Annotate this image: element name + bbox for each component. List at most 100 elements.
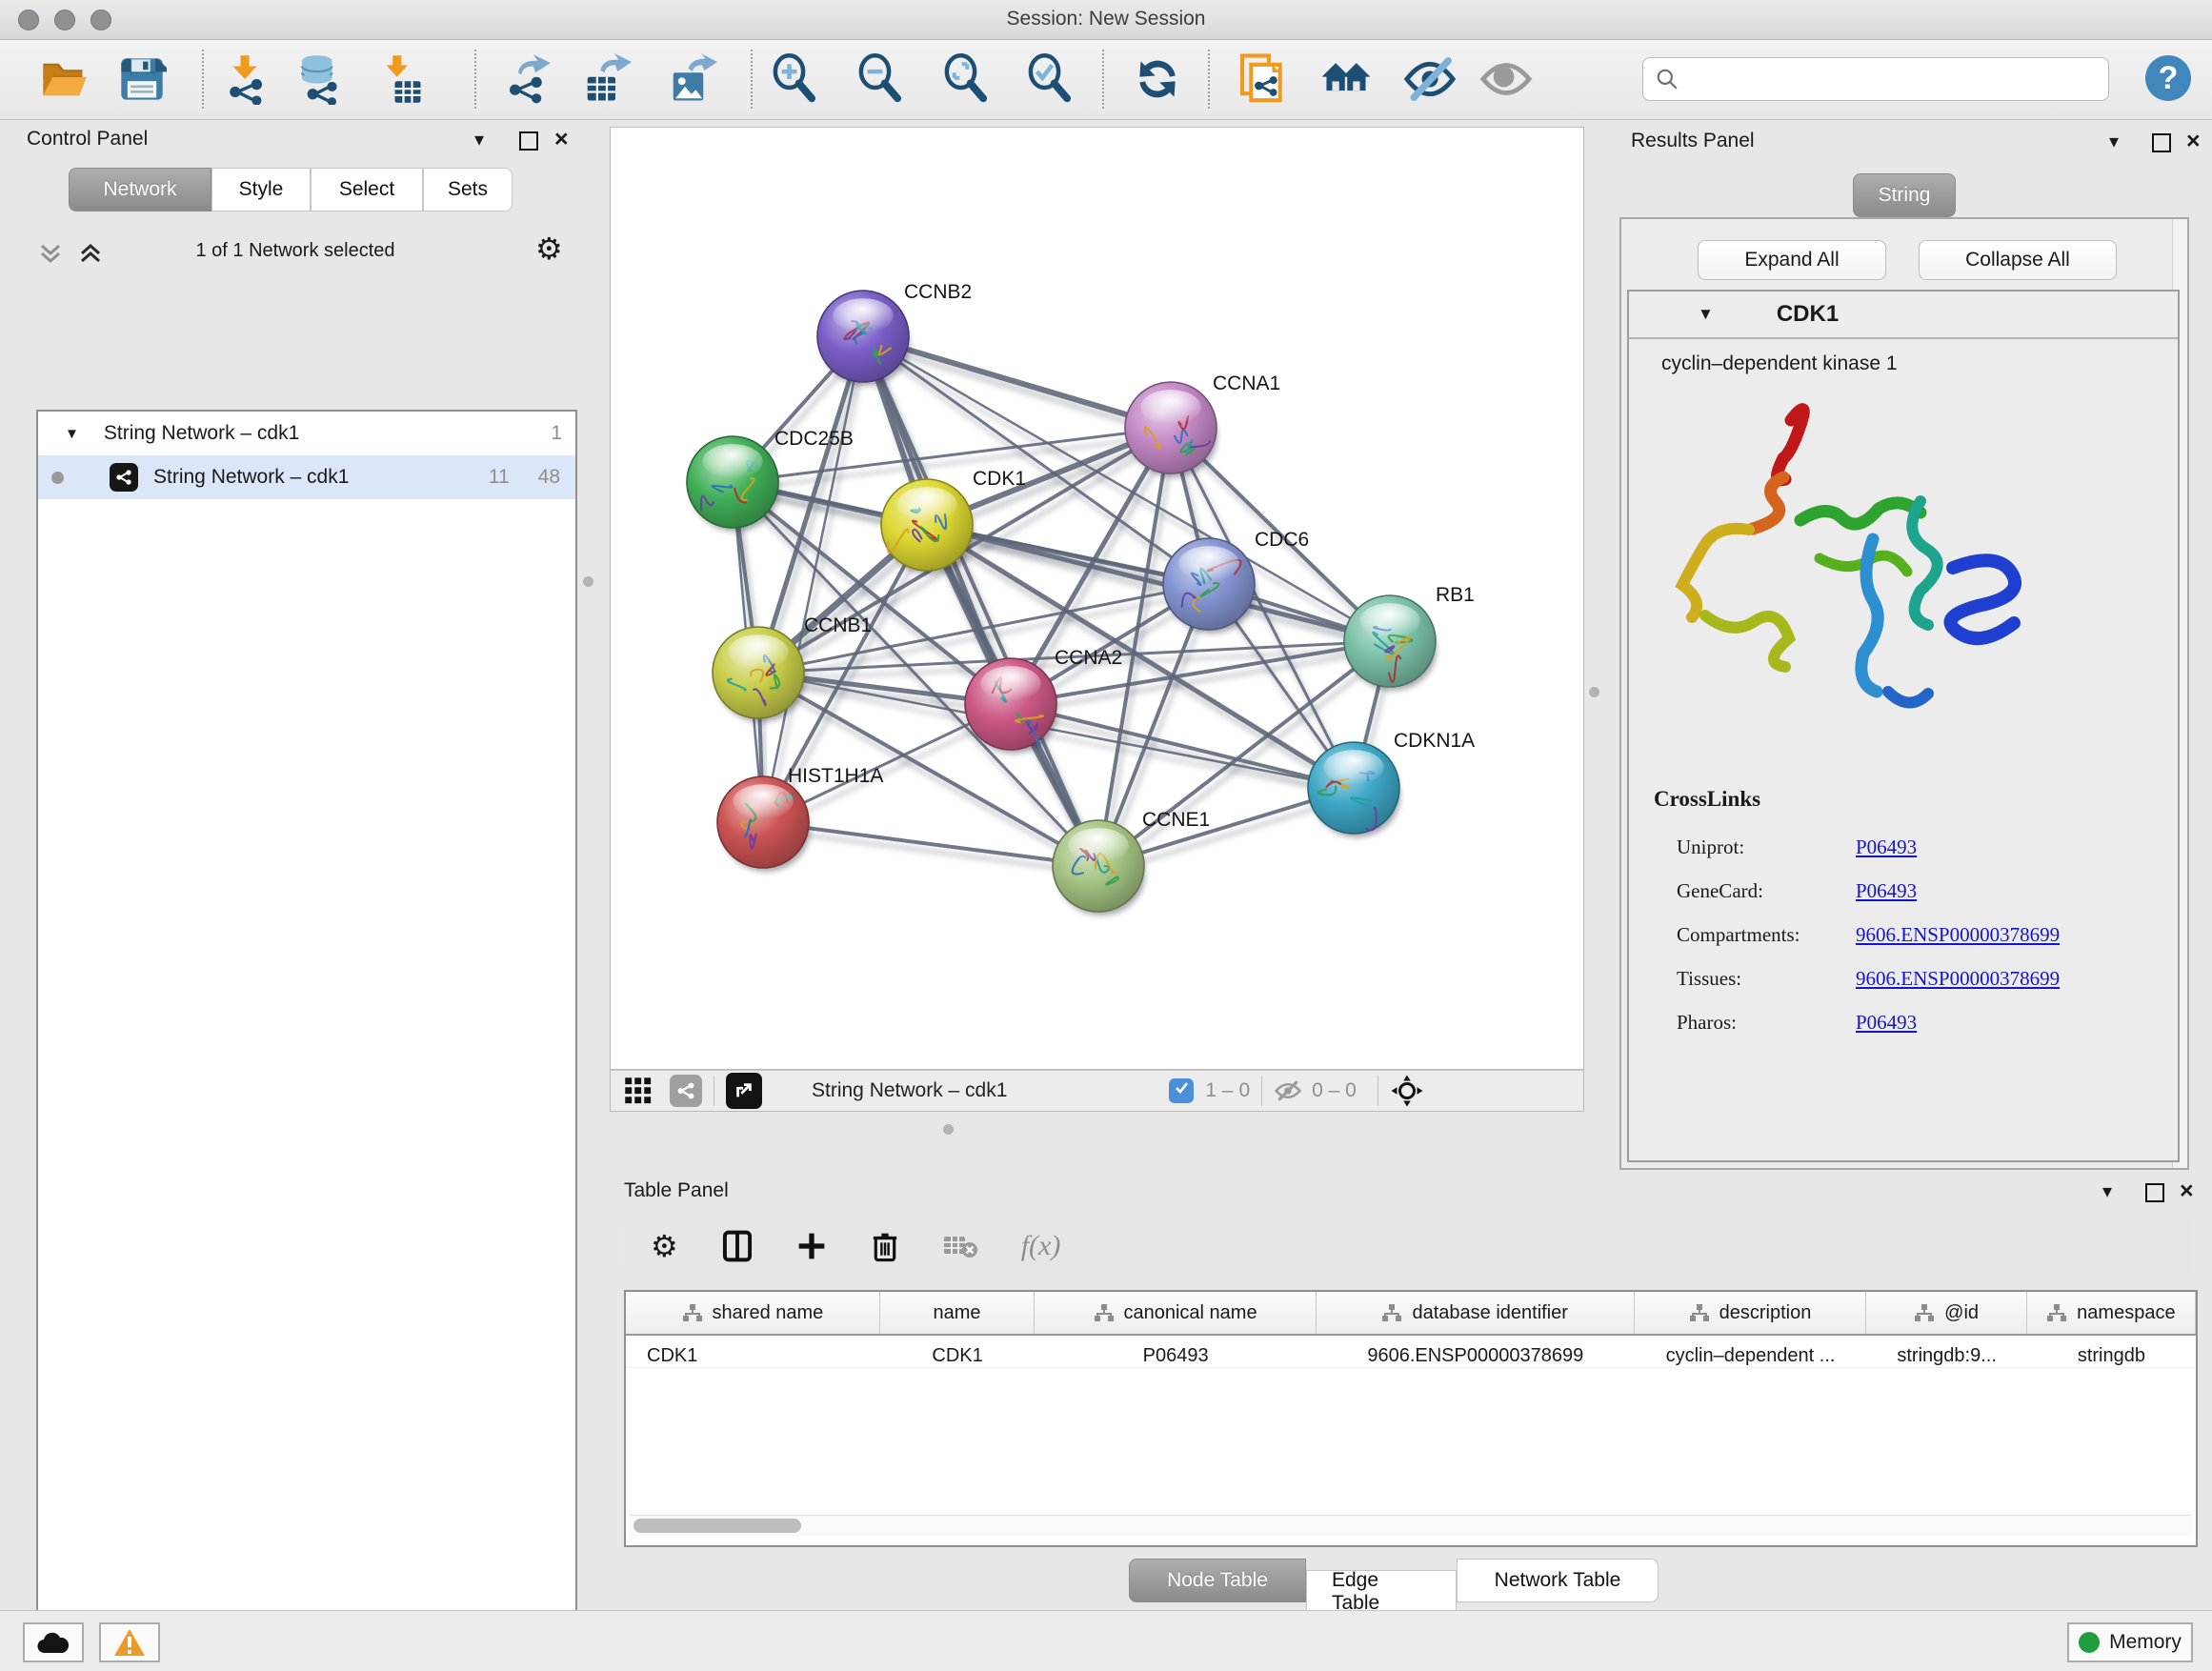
maximize-panel-button[interactable] — [2152, 133, 2171, 152]
results-panel-title: Results Panel — [1631, 130, 1755, 152]
node-HIST1H1A[interactable]: HIST1H1A — [717, 765, 883, 872]
open-in-new-window-icon[interactable] — [726, 1073, 762, 1109]
network-row-selected[interactable]: String Network – cdk1 11 48 — [38, 455, 575, 499]
crosslink-value[interactable]: P06493 — [1856, 1011, 1917, 1034]
node-CDK1[interactable]: CDK1 — [881, 468, 1026, 574]
memory-button[interactable]: Memory — [2067, 1622, 2193, 1662]
tab-sets[interactable]: Sets — [423, 168, 513, 211]
export-table-button[interactable] — [579, 51, 634, 107]
export-image-button[interactable] — [665, 51, 720, 107]
cell-namespace[interactable]: stringdb — [2027, 1336, 2196, 1367]
grid-view-icon[interactable] — [624, 1077, 653, 1105]
open-folder-icon — [39, 54, 89, 104]
add-column-plus-icon[interactable] — [796, 1231, 827, 1261]
edge-count: 48 — [538, 466, 560, 489]
birds-eye-view-icon[interactable] — [1390, 1074, 1424, 1108]
search-input[interactable] — [1679, 68, 2080, 91]
crosslink-value[interactable]: 9606.ENSP00000378699 — [1856, 967, 2060, 990]
float-panel-button[interactable]: ▾ — [2102, 1179, 2112, 1203]
import-network-database-button[interactable] — [292, 51, 347, 107]
vertical-splitter-handle[interactable] — [583, 576, 593, 587]
collapse-all-button[interactable]: Collapse All — [1919, 240, 2117, 280]
tab-node-table[interactable]: Node Table — [1129, 1559, 1306, 1602]
close-panel-button[interactable]: × — [2186, 128, 2201, 155]
selected-nodes-checkbox[interactable] — [1169, 1078, 1194, 1103]
column-header-description[interactable]: description — [1635, 1292, 1867, 1334]
tab-style[interactable]: Style — [211, 168, 311, 211]
vertical-splitter-handle[interactable] — [1589, 687, 1599, 697]
apply-layout-button[interactable] — [1130, 51, 1185, 107]
cell-description[interactable]: cyclin–dependent ... — [1635, 1336, 1867, 1367]
function-builder-icon[interactable]: f(x) — [1021, 1230, 1061, 1262]
show-hidden-button[interactable] — [1478, 51, 1534, 107]
collapse-section-arrow[interactable]: ▼ — [1698, 305, 1714, 324]
cell-canonicalname[interactable]: P06493 — [1035, 1336, 1317, 1367]
column-header-name[interactable]: name — [880, 1292, 1035, 1334]
delete-table-icon[interactable] — [943, 1233, 977, 1259]
clone-network-button[interactable] — [1235, 51, 1290, 107]
zoom-in-button[interactable] — [766, 51, 821, 107]
node-RB1[interactable]: RB1 — [1344, 584, 1475, 691]
cell-sharedname[interactable]: CDK1 — [626, 1336, 880, 1367]
delete-column-trash-icon[interactable] — [871, 1230, 899, 1262]
close-panel-button[interactable]: × — [2180, 1178, 2194, 1205]
zoom-selected-button[interactable] — [1021, 51, 1076, 107]
zoom-fit-button[interactable] — [937, 51, 993, 107]
search-box[interactable] — [1642, 57, 2109, 101]
hide-selected-button[interactable] — [1402, 51, 1458, 107]
collapse-all-icon[interactable] — [38, 242, 67, 267]
zoom-out-button[interactable] — [852, 51, 907, 107]
tab-select[interactable]: Select — [311, 168, 423, 211]
horizontal-scrollbar-thumb[interactable] — [633, 1519, 801, 1533]
save-session-button[interactable] — [114, 51, 170, 107]
network-thumbnail-icon[interactable] — [670, 1075, 702, 1107]
help-button[interactable]: ? — [2145, 55, 2191, 101]
cdk1-card-header[interactable]: ▼ CDK1 — [1629, 292, 2178, 339]
network-canvas[interactable]: CCNB2CCNA1CDC25BCDK1CDC6RB1CCNB1CCNA2CDK… — [610, 127, 1584, 1070]
maximize-panel-button[interactable] — [2145, 1183, 2164, 1202]
network-collection-row[interactable]: ▼ String Network – cdk1 1 — [38, 412, 575, 455]
tab-network[interactable]: Network — [69, 168, 211, 211]
string-network-graph[interactable]: CCNB2CCNA1CDC25BCDK1CDC6RB1CCNB1CCNA2CDK… — [611, 128, 1583, 1069]
import-network-file-button[interactable] — [217, 51, 272, 107]
crosslink-value[interactable]: P06493 — [1856, 836, 1917, 858]
column-header-sharedname[interactable]: shared name — [626, 1292, 880, 1334]
eye-icon — [1478, 51, 1534, 107]
collection-expand-arrow[interactable]: ▼ — [65, 426, 79, 442]
crosslink-value[interactable]: P06493 — [1856, 879, 1917, 902]
table-settings-gear-icon[interactable]: ⚙ — [651, 1228, 678, 1264]
maximize-panel-button[interactable] — [519, 131, 538, 151]
close-panel-button[interactable]: × — [554, 126, 569, 153]
horizontal-scrollbar-track[interactable] — [630, 1515, 2192, 1536]
column-header-databaseidentifier[interactable]: database identifier — [1317, 1292, 1635, 1334]
expand-all-button[interactable]: Expand All — [1698, 240, 1886, 280]
show-columns-icon[interactable] — [722, 1230, 753, 1262]
divider — [1261, 1076, 1262, 1106]
cloud-status-button[interactable] — [23, 1622, 84, 1662]
hidden-eye-slash-icon — [1274, 1078, 1302, 1103]
cell-databaseidentifier[interactable]: 9606.ENSP00000378699 — [1317, 1336, 1635, 1367]
tab-network-table[interactable]: Network Table — [1457, 1559, 1659, 1602]
float-panel-button[interactable]: ▾ — [474, 128, 484, 151]
network-panel-gear-icon[interactable]: ⚙ — [535, 231, 563, 267]
column-header-id[interactable]: @id — [1866, 1292, 2026, 1334]
horizontal-splitter-handle[interactable] — [943, 1124, 954, 1135]
cell-name[interactable]: CDK1 — [880, 1336, 1035, 1367]
export-network-button[interactable] — [499, 51, 554, 107]
toolbar-separator — [1102, 50, 1104, 109]
crosslink-value[interactable]: 9606.ENSP00000378699 — [1856, 923, 2060, 946]
open-session-button[interactable] — [36, 51, 91, 107]
column-header-canonicalname[interactable]: canonical name — [1035, 1292, 1317, 1334]
import-table-file-button[interactable] — [372, 51, 427, 107]
node-CCNA1[interactable]: CCNA1 — [1125, 372, 1280, 477]
expand-all-icon[interactable] — [78, 242, 107, 267]
warnings-button[interactable] — [99, 1622, 160, 1662]
cell-id[interactable]: stringdb:9... — [1867, 1336, 2027, 1367]
tab-string[interactable]: String — [1853, 173, 1956, 217]
column-header-namespace[interactable]: namespace — [2027, 1292, 2196, 1334]
tab-edge-table[interactable]: Edge Table — [1306, 1570, 1457, 1614]
table-row[interactable]: CDK1CDK1P064939606.ENSP00000378699cyclin… — [626, 1336, 2196, 1368]
show-all-button[interactable] — [1318, 51, 1374, 107]
eye-slash-icon — [1402, 51, 1458, 107]
float-panel-button[interactable]: ▾ — [2109, 130, 2119, 153]
